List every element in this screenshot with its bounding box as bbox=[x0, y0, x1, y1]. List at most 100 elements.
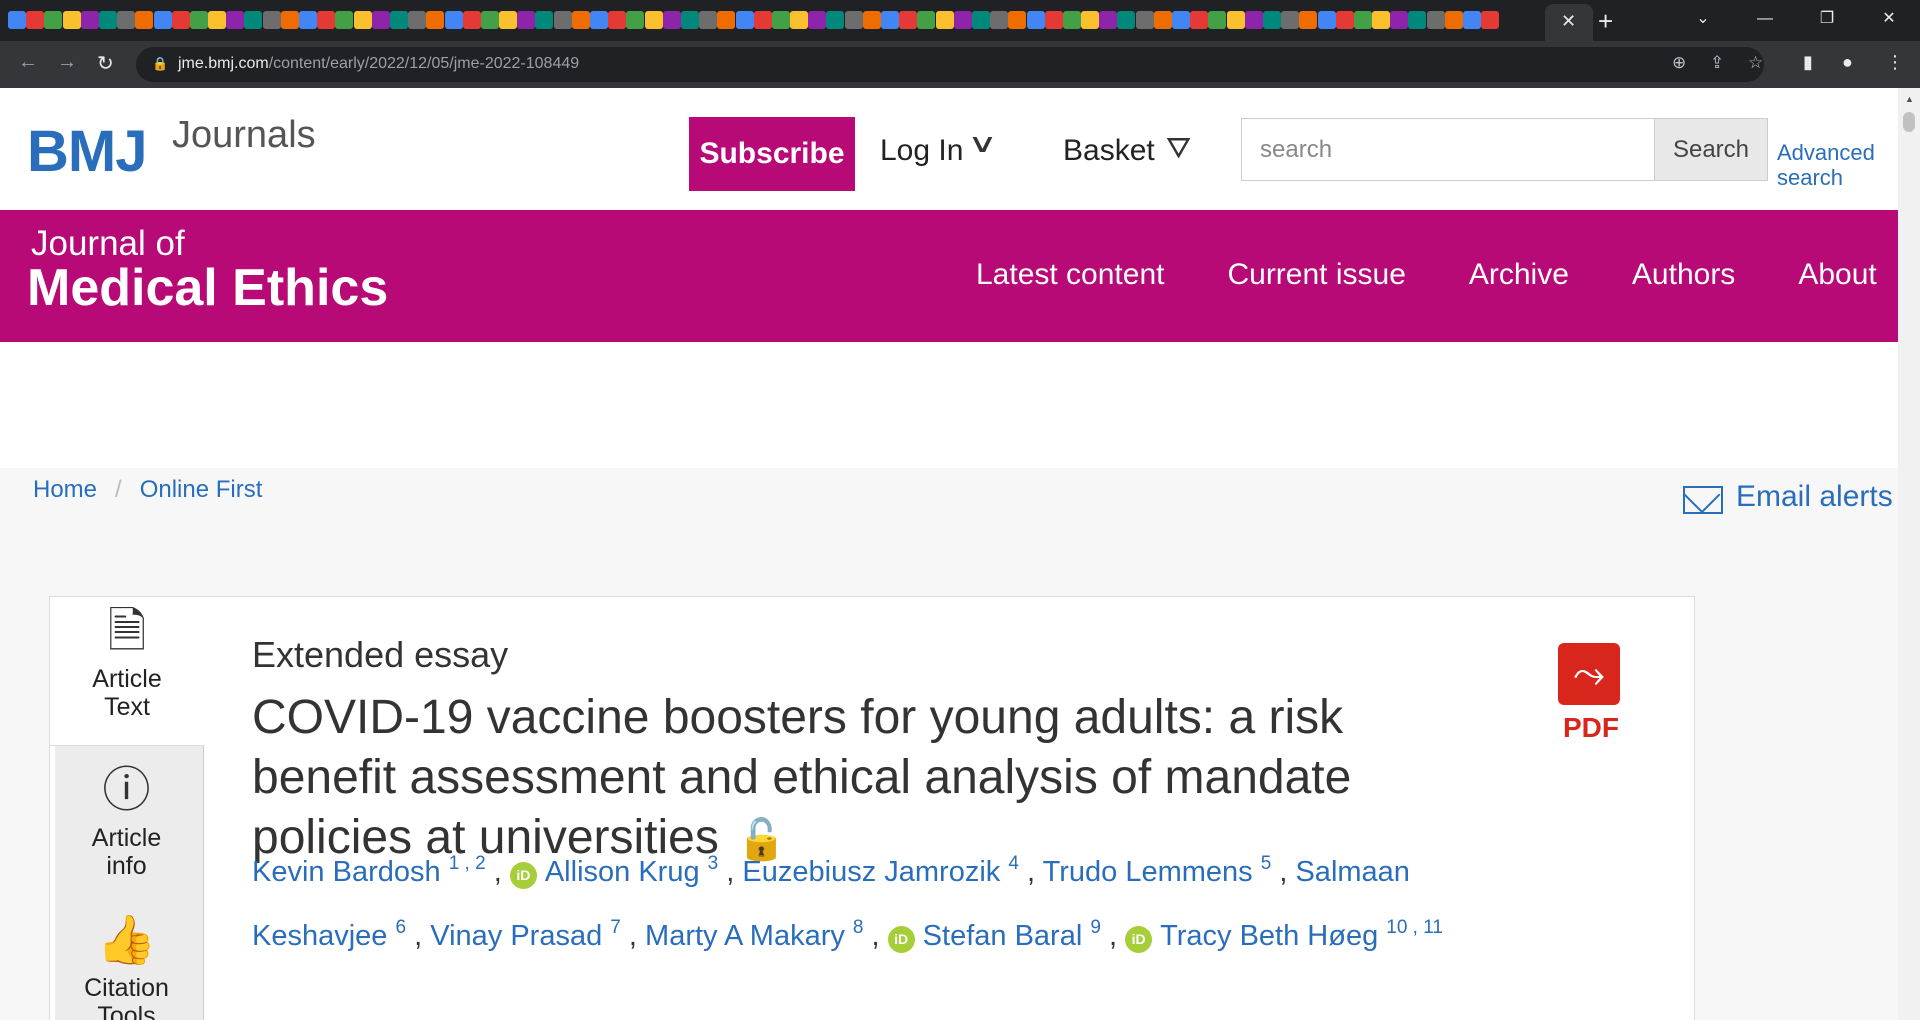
close-tab-icon[interactable]: ✕ bbox=[1561, 11, 1576, 32]
tab-search-icon[interactable]: ⌄ bbox=[1672, 0, 1734, 41]
breadcrumb-online-first[interactable]: Online First bbox=[140, 476, 263, 503]
tab-favicon-icon[interactable] bbox=[1463, 11, 1481, 29]
tab-favicon-icon[interactable] bbox=[1117, 11, 1136, 29]
tab-favicon-icon[interactable] bbox=[717, 11, 736, 29]
tab-favicon-icon[interactable] bbox=[844, 11, 863, 29]
tab-favicon-icon[interactable] bbox=[1208, 11, 1227, 29]
tab-favicon-icon[interactable] bbox=[280, 11, 299, 29]
share-icon[interactable]: ⇪ bbox=[1710, 53, 1724, 73]
author-affiliation[interactable]: 7 bbox=[610, 917, 621, 938]
bmj-logo[interactable]: BMJ bbox=[27, 118, 147, 185]
tab-favicon-icon[interactable] bbox=[1262, 11, 1281, 29]
profile-icon[interactable]: ● bbox=[1842, 52, 1853, 73]
tab-favicon-icon[interactable] bbox=[1081, 11, 1100, 29]
menu-icon[interactable]: ⋮ bbox=[1886, 52, 1904, 73]
tab-favicon-icon[interactable] bbox=[608, 11, 627, 29]
advanced-search-link[interactable]: Advanced search bbox=[1777, 140, 1875, 190]
close-window-button[interactable]: ✕ bbox=[1858, 0, 1920, 41]
tab-favicon-icon[interactable] bbox=[1226, 11, 1245, 29]
pdf-link[interactable]: PDF bbox=[1563, 712, 1619, 744]
tab-favicon-icon[interactable] bbox=[862, 11, 881, 29]
forward-icon[interactable]: → bbox=[57, 51, 77, 74]
breadcrumb-home[interactable]: Home bbox=[33, 476, 97, 503]
tab-favicon-icon[interactable] bbox=[1026, 11, 1045, 29]
tab-favicon-icon[interactable] bbox=[1408, 11, 1427, 29]
tab-article-text[interactable]: 🗎 Article Text bbox=[49, 596, 204, 746]
tab-favicon-icon[interactable] bbox=[208, 11, 227, 29]
tab-favicon-icon[interactable] bbox=[1481, 11, 1500, 29]
tab-favicon-icon[interactable] bbox=[644, 11, 663, 29]
tab-favicon-icon[interactable] bbox=[117, 11, 136, 29]
tab-favicon-icon[interactable] bbox=[1008, 11, 1027, 29]
tab-favicon-icon[interactable] bbox=[1317, 11, 1336, 29]
search-input[interactable] bbox=[1241, 118, 1654, 181]
tab-favicon-icon[interactable] bbox=[699, 11, 718, 29]
nav-current-issue[interactable]: Current issue bbox=[1227, 258, 1405, 292]
tab-favicon-icon[interactable] bbox=[571, 11, 590, 29]
basket-icon[interactable]: ⛛ bbox=[1166, 132, 1191, 166]
tab-favicon-icon[interactable] bbox=[480, 11, 499, 29]
tab-favicon-icon[interactable] bbox=[1299, 11, 1318, 29]
tab-favicon-icon[interactable] bbox=[98, 11, 117, 29]
author-link[interactable]: Kevin Bardosh bbox=[252, 856, 441, 888]
nav-authors[interactable]: Authors bbox=[1632, 258, 1735, 292]
tab-favicon-icon[interactable] bbox=[1153, 11, 1172, 29]
tab-favicon-icon[interactable] bbox=[317, 11, 336, 29]
tab-favicon-icon[interactable] bbox=[444, 11, 463, 29]
tab-favicon-icon[interactable] bbox=[353, 11, 372, 29]
tab-favicon-icon[interactable] bbox=[1099, 11, 1118, 29]
tab-favicon-icon[interactable] bbox=[935, 11, 954, 29]
tab-favicon-icon[interactable] bbox=[826, 11, 845, 29]
tab-favicon-icon[interactable] bbox=[135, 11, 154, 29]
tab-favicon-icon[interactable] bbox=[535, 11, 554, 29]
author-affiliation[interactable]: 10 , 11 bbox=[1386, 917, 1443, 938]
minimize-button[interactable]: — bbox=[1734, 0, 1796, 41]
tab-favicon-icon[interactable] bbox=[26, 11, 45, 29]
scroll-thumb[interactable] bbox=[1903, 112, 1915, 132]
tab-favicon-icon[interactable] bbox=[44, 11, 63, 29]
side-panel-icon[interactable]: ▮ bbox=[1803, 52, 1813, 73]
reload-icon[interactable]: ↻ bbox=[97, 51, 114, 76]
tab-favicon-icon[interactable] bbox=[790, 11, 809, 29]
tab-favicon-icon[interactable] bbox=[662, 11, 681, 29]
tab-article-info[interactable]: ⓘ Article info bbox=[49, 764, 204, 880]
pinned-tab-icons[interactable] bbox=[8, 11, 1548, 31]
tab-favicon-icon[interactable] bbox=[8, 11, 26, 29]
subscribe-button[interactable]: Subscribe bbox=[689, 117, 855, 191]
tab-favicon-icon[interactable] bbox=[80, 11, 99, 29]
tab-favicon-icon[interactable] bbox=[462, 11, 481, 29]
url-text[interactable]: jme.bmj.com/content/early/2022/12/05/jme… bbox=[178, 55, 579, 73]
tab-favicon-icon[interactable] bbox=[62, 11, 81, 29]
tab-favicon-icon[interactable] bbox=[680, 11, 699, 29]
nav-archive[interactable]: Archive bbox=[1469, 258, 1569, 292]
author-affiliation[interactable]: 1 , 2 bbox=[449, 853, 486, 874]
orcid-icon[interactable]: iD bbox=[509, 862, 537, 889]
tab-favicon-icon[interactable] bbox=[389, 11, 408, 29]
restore-button[interactable]: ❐ bbox=[1796, 0, 1858, 41]
author-link[interactable]: Allison Krug bbox=[545, 856, 700, 888]
author-link[interactable]: Vinay Prasad bbox=[430, 920, 602, 952]
tab-favicon-icon[interactable] bbox=[808, 11, 827, 29]
email-alerts-link[interactable]: Email alerts bbox=[1736, 480, 1893, 514]
author-link[interactable]: Stefan Baral bbox=[923, 920, 1083, 952]
new-tab-button[interactable]: + bbox=[1598, 6, 1613, 37]
tab-favicon-icon[interactable] bbox=[881, 11, 899, 29]
author-link[interactable]: Euzebiusz Jamrozik bbox=[742, 856, 1000, 888]
author-link[interactable]: Marty A Makary bbox=[645, 920, 845, 952]
tab-favicon-icon[interactable] bbox=[1444, 11, 1463, 29]
envelope-icon[interactable] bbox=[1683, 486, 1723, 514]
tab-favicon-icon[interactable] bbox=[262, 11, 281, 29]
tab-citation-tools[interactable]: 👍 Citation Tools bbox=[49, 914, 204, 1020]
search-button[interactable]: Search bbox=[1654, 118, 1768, 181]
bookmark-star-icon[interactable]: ☆ bbox=[1748, 53, 1763, 73]
tab-favicon-icon[interactable] bbox=[517, 11, 536, 29]
tab-favicon-icon[interactable] bbox=[499, 11, 518, 29]
tab-favicon-icon[interactable] bbox=[371, 11, 390, 29]
tab-favicon-icon[interactable] bbox=[1353, 11, 1372, 29]
orcid-icon[interactable]: iD bbox=[887, 926, 915, 953]
tab-favicon-icon[interactable] bbox=[1335, 11, 1354, 29]
tab-favicon-icon[interactable] bbox=[299, 11, 317, 29]
orcid-icon[interactable]: iD bbox=[1125, 926, 1153, 953]
tab-favicon-icon[interactable] bbox=[1244, 11, 1263, 29]
tab-favicon-icon[interactable] bbox=[971, 11, 990, 29]
